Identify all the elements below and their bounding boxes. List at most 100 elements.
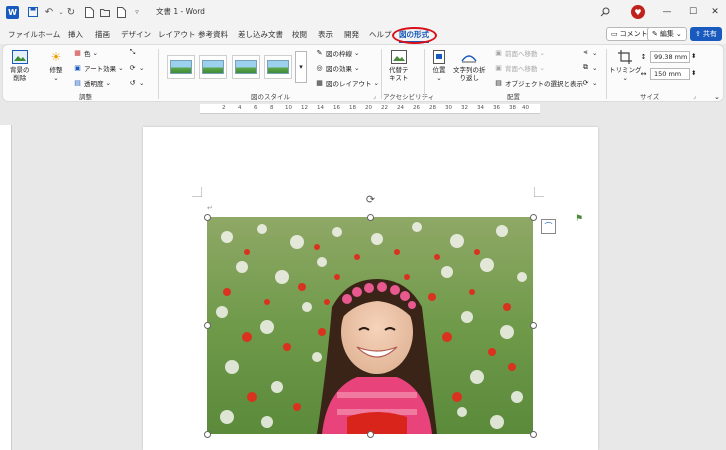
effects-icon: ◎ <box>316 64 323 72</box>
position-button[interactable]: 位置 ⌄ <box>430 48 448 82</box>
tab-help[interactable]: ヘルプ <box>369 29 392 40</box>
tab-design[interactable]: デザイン <box>121 29 151 40</box>
position-icon <box>430 48 448 66</box>
chevron-down-icon: ⌄ <box>53 74 59 82</box>
height-field[interactable]: 99.38 mm <box>650 51 690 63</box>
send-backward-button[interactable]: ▣ 背面へ移動 ⌄ <box>494 63 545 73</box>
width-stepper[interactable]: ⬍ <box>691 69 696 77</box>
tab-draw[interactable]: 描画 <box>95 29 110 40</box>
color-icon: ▦ <box>74 49 81 57</box>
layout-icon: ▦ <box>316 79 323 87</box>
reset-picture-button[interactable]: ↺ ⌄ <box>128 78 145 87</box>
tab-layout[interactable]: レイアウト <box>158 29 196 40</box>
vertical-ruler <box>0 125 12 450</box>
tab-mailings[interactable]: 差し込み文書 <box>238 29 283 40</box>
corrections-button[interactable]: ☀ 修整 ⌄ <box>47 48 65 82</box>
picture-style-thumbnail[interactable] <box>199 55 227 79</box>
save-icon[interactable] <box>26 5 40 19</box>
resize-handle-bottom-left[interactable] <box>204 431 211 438</box>
selection-pane-icon: ▤ <box>495 79 502 87</box>
tab-file[interactable]: ファイル <box>8 29 38 40</box>
comment-flag-icon[interactable]: ⚑ <box>575 214 583 224</box>
group-label-size: サイズ <box>640 93 660 101</box>
collapse-ribbon-icon[interactable]: ⌄ <box>714 93 720 101</box>
resize-handle-bottom-right[interactable] <box>530 431 537 438</box>
reset-picture-icon: ↺ <box>129 78 136 87</box>
align-button[interactable]: ⫷ ⌄ <box>581 48 598 57</box>
tab-view[interactable]: 表示 <box>318 29 333 40</box>
bring-forward-button[interactable]: ▣ 前面へ移動 ⌄ <box>494 48 545 58</box>
picture-border-button[interactable]: ✎ 図の枠線 ⌄ <box>315 48 360 58</box>
close-icon[interactable]: ✕ <box>705 3 725 21</box>
picture-style-thumbnail[interactable] <box>264 55 292 79</box>
selected-photo[interactable] <box>207 217 533 434</box>
redo-icon[interactable]: ↻ <box>64 5 78 19</box>
alt-text-button[interactable]: 代替テ キスト <box>389 48 409 82</box>
crop-button[interactable]: トリミング ⌄ <box>609 48 642 82</box>
tab-insert[interactable]: 挿入 <box>68 29 83 40</box>
maximize-icon[interactable]: ☐ <box>683 3 703 21</box>
comments-button[interactable]: ▭ コメント <box>606 27 653 41</box>
margin-corner-mark <box>534 187 544 197</box>
chevron-down-icon: ⌄ <box>622 74 628 82</box>
resize-handle-top-right[interactable] <box>530 214 537 221</box>
picture-style-thumbnail[interactable] <box>167 55 195 79</box>
resize-handle-right[interactable] <box>530 322 537 329</box>
styles-gallery-more-button[interactable]: ▾ <box>295 51 307 83</box>
color-button[interactable]: ▦ 色 ⌄ <box>73 48 98 58</box>
tab-developer[interactable]: 開発 <box>344 29 359 40</box>
width-field[interactable]: 150 mm <box>650 68 690 80</box>
search-icon[interactable] <box>598 5 612 19</box>
open-folder-icon[interactable] <box>98 5 112 19</box>
share-button[interactable]: ⇪ 共有 <box>690 27 722 41</box>
dialog-launcher-icon[interactable]: ⌟ <box>373 93 379 100</box>
dialog-launcher-icon[interactable]: ⌟ <box>693 93 699 100</box>
selection-pane-button[interactable]: ▤ オブジェクトの選択と表示 <box>494 78 583 88</box>
document-title: 文書 1 - Word <box>156 7 205 16</box>
resize-handle-bottom[interactable] <box>367 431 374 438</box>
customize-quick-access-icon[interactable]: ▿ <box>130 5 144 19</box>
transparency-icon: ▤ <box>74 79 81 87</box>
group-label-adjust: 調整 <box>79 93 92 101</box>
group-divider <box>424 49 425 99</box>
chevron-down-icon: ⌄ <box>675 30 682 38</box>
ribbon-tabs: ファイル ホーム 挿入 描画 デザイン レイアウト 参考資料 差し込み文書 校閲… <box>0 26 726 44</box>
group-objects-button[interactable]: ⧉ ⌄ <box>581 63 597 72</box>
chevron-down-icon: ⌄ <box>436 74 442 82</box>
remove-background-button[interactable]: 背景の 削除 <box>10 48 30 82</box>
send-backward-icon: ▣ <box>495 64 502 72</box>
wrap-text-button[interactable]: 文字列の折 り返し <box>453 48 486 82</box>
compress-pictures-button[interactable]: ⤡ <box>128 48 137 57</box>
change-picture-icon: ⟳ <box>129 63 136 72</box>
change-picture-button[interactable]: ⟳ ⌄ <box>128 63 145 72</box>
tab-review[interactable]: 校閲 <box>292 29 307 40</box>
share-icon: ⇪ <box>695 30 701 38</box>
editing-mode-button[interactable]: ✎ 編集 ⌄ <box>647 27 687 41</box>
group-objects-icon: ⧉ <box>583 63 588 71</box>
group-label-arrange: 配置 <box>507 93 520 101</box>
account-avatar[interactable]: ♥ <box>631 5 645 19</box>
layout-options-icon[interactable]: ⌒ <box>541 219 556 234</box>
picture-effects-button[interactable]: ◎ 図の効果 ⌄ <box>315 63 359 73</box>
resize-handle-left[interactable] <box>204 322 211 329</box>
resize-handle-top[interactable] <box>367 214 374 221</box>
tab-highlight-circle <box>392 27 437 44</box>
group-label-accessibility: アクセシビリティ <box>383 93 435 101</box>
picture-style-thumbnail[interactable] <box>232 55 260 79</box>
title-bar: W ↶ ⌄ ↻ ▿ 文書 1 - Word ♥ — ☐ ✕ <box>0 0 726 26</box>
rotate-button[interactable]: ⟳ ⌄ <box>581 78 598 87</box>
paragraph-mark: ↵ <box>207 204 213 212</box>
picture-layout-button[interactable]: ▦ 図のレイアウト ⌄ <box>315 78 379 88</box>
remove-background-icon <box>11 48 29 66</box>
print-preview-icon[interactable] <box>114 5 128 19</box>
minimize-icon[interactable]: — <box>657 3 677 21</box>
transparency-button[interactable]: ▤ 透明度 ⌄ <box>73 78 111 88</box>
tab-home[interactable]: ホーム <box>38 29 60 40</box>
resize-handle-top-left[interactable] <box>204 214 211 221</box>
group-divider <box>158 49 159 99</box>
artistic-effects-button[interactable]: ▣ アート効果 ⌄ <box>73 63 123 73</box>
rotate-handle-icon[interactable]: ⟳ <box>364 193 377 206</box>
tab-references[interactable]: 参考資料 <box>198 29 228 40</box>
height-stepper[interactable]: ⬍ <box>691 52 696 60</box>
new-document-icon[interactable] <box>82 5 96 19</box>
